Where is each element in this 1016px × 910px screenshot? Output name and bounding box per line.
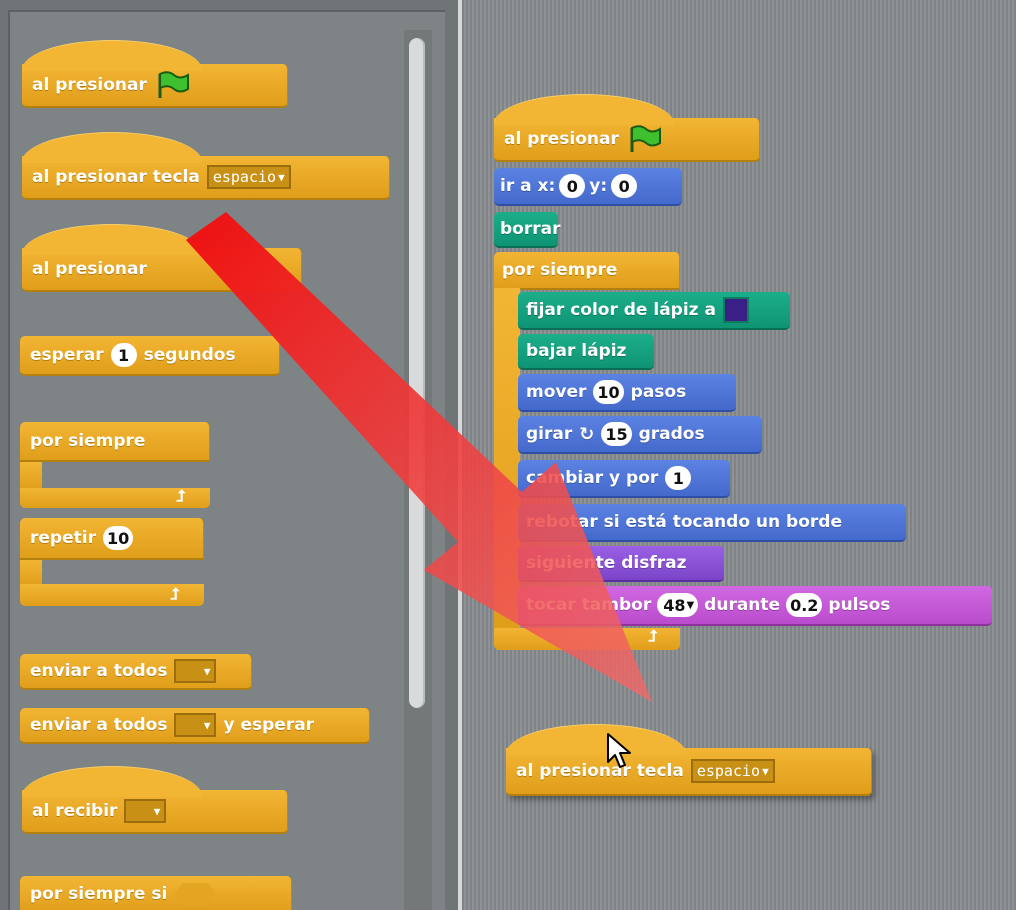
loop-arrow-icon: ⮥ bbox=[648, 626, 658, 645]
message-dropdown[interactable]: ▼ bbox=[174, 659, 217, 683]
pen-down-block[interactable]: bajar lápiz bbox=[518, 334, 654, 370]
block-label: al presionar bbox=[504, 129, 619, 149]
message-dropdown[interactable]: ▼ bbox=[124, 799, 167, 823]
block-label: enviar a todos bbox=[30, 661, 168, 681]
pen-color-swatch[interactable] bbox=[722, 297, 749, 323]
key-dropdown[interactable]: espacio ▼ bbox=[690, 759, 775, 783]
c-block-arm bbox=[20, 462, 42, 490]
chevron-down-icon: ▼ bbox=[203, 664, 211, 678]
block-label: repetir bbox=[30, 528, 96, 548]
block-label: ir a x: bbox=[500, 176, 556, 196]
play-drum-block[interactable]: tocar tambor 48 ▼ durante 0.2 pulsos bbox=[518, 586, 992, 626]
palette-when-flag-block[interactable]: al presionar bbox=[22, 40, 288, 108]
block-label: rebotar si está tocando un borde bbox=[526, 512, 842, 532]
palette-forever-block[interactable]: por siempre bbox=[20, 422, 210, 462]
wait-seconds-input[interactable]: 1 bbox=[110, 343, 137, 367]
chevron-down-icon: ▼ bbox=[762, 764, 769, 778]
block-label: pasos bbox=[630, 382, 687, 402]
c-block-arm bbox=[20, 560, 42, 586]
palette-repeat-block[interactable]: repetir 10 bbox=[20, 518, 204, 560]
block-label: al presionar tecla bbox=[32, 167, 200, 187]
palette-broadcast-block[interactable]: enviar a todos ▼ bbox=[20, 654, 252, 690]
block-label: y: bbox=[589, 176, 608, 196]
next-costume-block[interactable]: siguiente disfraz bbox=[518, 546, 724, 582]
key-dropdown[interactable]: espacio ▼ bbox=[206, 165, 291, 189]
palette-forever-if-block[interactable]: por siempre si bbox=[20, 876, 292, 910]
palette-when-clicked-block[interactable]: al presionar bbox=[22, 224, 302, 292]
block-label: girar bbox=[526, 424, 573, 444]
palette-receive-block[interactable]: al recibir ▼ bbox=[22, 766, 288, 834]
block-label: siguiente disfraz bbox=[526, 553, 687, 573]
green-flag-icon bbox=[158, 71, 189, 98]
block-label: tocar tambor bbox=[526, 595, 652, 615]
beats-input[interactable]: 0.2 bbox=[786, 593, 823, 617]
repeat-count-input[interactable]: 10 bbox=[102, 526, 134, 550]
block-label: por siempre si bbox=[30, 884, 168, 904]
turn-block[interactable]: girar ↻ 15 grados bbox=[518, 416, 762, 454]
dropdown-value: espacio bbox=[212, 168, 277, 186]
block-label: cambiar y por bbox=[526, 468, 659, 488]
dropdown-value: espacio bbox=[696, 762, 761, 780]
chevron-down-icon: ▼ bbox=[686, 599, 695, 611]
block-label: mover bbox=[526, 382, 587, 402]
chevron-down-icon: ▼ bbox=[153, 804, 161, 818]
loop-arrow-icon: ⮥ bbox=[176, 486, 186, 505]
clear-block[interactable]: borrar bbox=[494, 212, 561, 248]
loop-arrow-icon: ⮥ bbox=[170, 584, 180, 603]
steps-input[interactable]: 10 bbox=[593, 380, 624, 404]
dragged-when-key-block[interactable]: al presionar tecla espacio ▼ bbox=[506, 724, 872, 796]
block-label: pulsos bbox=[828, 595, 891, 615]
block-label: al recibir bbox=[32, 801, 118, 821]
script-forever-block[interactable]: por siempre bbox=[494, 252, 680, 290]
block-label: al presionar bbox=[32, 259, 147, 279]
palette-when-key-block[interactable]: al presionar tecla espacio ▼ bbox=[22, 132, 390, 200]
c-block-arm bbox=[494, 288, 520, 630]
rotate-clockwise-icon: ↻ bbox=[579, 423, 595, 445]
block-label: por siempre bbox=[30, 431, 146, 451]
block-label: grados bbox=[638, 424, 705, 444]
chevron-down-icon: ▼ bbox=[278, 170, 285, 184]
move-block[interactable]: mover 10 pasos bbox=[518, 374, 736, 412]
x-input[interactable]: 0 bbox=[559, 174, 586, 198]
change-y-input[interactable]: 1 bbox=[665, 466, 692, 490]
degrees-input[interactable]: 15 bbox=[601, 422, 632, 446]
change-y-block[interactable]: cambiar y por 1 bbox=[518, 460, 730, 498]
palette-broadcast-wait-block[interactable]: enviar a todos ▼ y esperar bbox=[20, 708, 370, 744]
drum-value: 48 bbox=[663, 595, 686, 615]
block-label: y esperar bbox=[223, 715, 315, 735]
block-label: bajar lápiz bbox=[526, 341, 627, 361]
scratch-editor: al presionar al presionar tecla espacio … bbox=[0, 0, 1016, 910]
mouse-cursor-icon bbox=[607, 733, 631, 768]
block-label: fijar color de lápiz a bbox=[526, 300, 716, 320]
bounce-block[interactable]: rebotar si está tocando un borde bbox=[518, 504, 906, 542]
blocks-palette: al presionar al presionar tecla espacio … bbox=[0, 0, 458, 910]
block-label: segundos bbox=[143, 345, 236, 365]
chevron-down-icon: ▼ bbox=[203, 718, 211, 732]
block-label: esperar bbox=[30, 345, 104, 365]
block-label: al presionar tecla bbox=[516, 761, 684, 781]
set-pen-color-block[interactable]: fijar color de lápiz a bbox=[518, 292, 790, 330]
block-label: por siempre bbox=[502, 260, 618, 280]
condition-slot[interactable] bbox=[174, 883, 217, 905]
palette-wait-block[interactable]: esperar 1 segundos bbox=[20, 336, 280, 376]
block-label: borrar bbox=[500, 219, 561, 239]
block-label: al presionar bbox=[32, 75, 147, 95]
green-flag-icon bbox=[630, 125, 661, 152]
drum-dropdown[interactable]: 48 ▼ bbox=[657, 593, 699, 617]
y-input[interactable]: 0 bbox=[611, 174, 638, 198]
block-label: durante bbox=[704, 595, 781, 615]
script-when-flag-block[interactable]: al presionar bbox=[494, 94, 760, 162]
message-dropdown[interactable]: ▼ bbox=[174, 713, 217, 737]
goto-xy-block[interactable]: ir a x: 0 y: 0 bbox=[494, 168, 682, 206]
palette-scrollbar-thumb[interactable] bbox=[409, 38, 425, 708]
block-label: enviar a todos bbox=[30, 715, 168, 735]
